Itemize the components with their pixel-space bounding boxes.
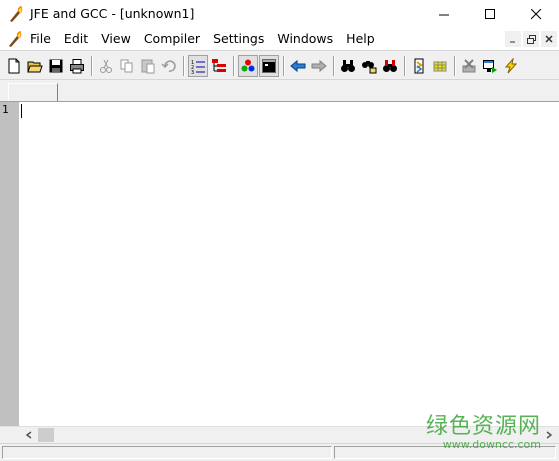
find-next-button[interactable] [380, 55, 400, 77]
lightning-icon [504, 58, 518, 74]
compile-button[interactable] [409, 55, 429, 77]
maximize-icon [484, 8, 495, 19]
window-title: JFE and GCC - [unknown1] [30, 6, 195, 21]
title-bar: JFE and GCC - [unknown1] [0, 0, 559, 28]
close-icon [545, 35, 553, 43]
line-numbers-toggle[interactable]: 123 [188, 55, 208, 77]
find-replace-button[interactable] [359, 55, 379, 77]
print-button[interactable] [67, 55, 87, 77]
console-toggle[interactable] [259, 55, 279, 77]
copy-button[interactable] [117, 55, 137, 77]
toolbar-separator [183, 56, 185, 76]
watermark-text: 绿色资源网 [425, 414, 541, 439]
document-tab-strip [0, 80, 559, 102]
close-icon [530, 8, 541, 19]
restore-icon [526, 34, 536, 44]
maximize-button[interactable] [467, 0, 513, 28]
document-torch-icon[interactable] [6, 30, 24, 48]
toolbar-separator [333, 56, 335, 76]
paste-clipboard-icon [141, 59, 155, 74]
menu-file[interactable]: File [30, 28, 58, 50]
chevron-right-icon [546, 431, 552, 439]
undo-icon [161, 60, 176, 72]
scroll-thumb[interactable] [38, 428, 54, 442]
copy-icon [120, 59, 133, 73]
scroll-left-button[interactable] [20, 427, 37, 443]
syntax-colors-toggle[interactable] [238, 55, 258, 77]
run-button[interactable] [480, 55, 500, 77]
scroll-right-button[interactable] [540, 427, 557, 443]
menu-windows[interactable]: Windows [277, 28, 340, 50]
save-button[interactable] [46, 55, 66, 77]
paste-button[interactable] [138, 55, 158, 77]
toolbar-separator [454, 56, 456, 76]
forward-button[interactable] [309, 55, 329, 77]
build-grid-icon [433, 61, 447, 72]
execute-button[interactable] [501, 55, 521, 77]
printer-icon [70, 59, 84, 74]
line-number: 1 [2, 103, 9, 116]
menu-view[interactable]: View [101, 28, 138, 50]
line-number-gutter: 1 [0, 102, 19, 426]
mdi-minimize-button[interactable] [505, 31, 521, 47]
new-file-button[interactable] [4, 55, 24, 77]
menu-edit[interactable]: Edit [64, 28, 95, 50]
run-icon [483, 60, 497, 73]
toolbar-separator [283, 56, 285, 76]
minimize-button[interactable] [421, 0, 467, 28]
menu-compiler[interactable]: Compiler [144, 28, 207, 50]
cut-button[interactable] [96, 55, 116, 77]
chevron-left-icon [25, 431, 31, 439]
toolbar-separator [233, 56, 235, 76]
build-button[interactable] [430, 55, 450, 77]
watermark-url: www.downcc.com [442, 438, 541, 451]
mdi-restore-button[interactable] [523, 31, 539, 47]
torch-app-icon [10, 6, 23, 22]
numbered-list-icon: 123 [191, 60, 205, 74]
binoculars-red-icon [383, 60, 397, 72]
mdi-close-button[interactable] [541, 31, 557, 47]
code-editor[interactable]: 1 [0, 102, 559, 426]
menu-bar: File Edit View Compiler Settings Windows… [0, 28, 559, 50]
scissors-icon [100, 59, 112, 73]
document-tab[interactable] [8, 83, 58, 101]
binoculars-icon [341, 60, 355, 72]
outline-button[interactable] [209, 55, 229, 77]
arrow-right-icon [311, 59, 327, 73]
compile-icon [414, 58, 424, 74]
console-window-icon [262, 59, 276, 73]
minimize-icon [510, 41, 515, 43]
svg-text:3: 3 [191, 70, 194, 74]
open-file-button[interactable] [25, 55, 45, 77]
undo-button[interactable] [159, 55, 179, 77]
text-caret [21, 104, 22, 118]
open-folder-icon [27, 61, 43, 73]
find-button[interactable] [338, 55, 358, 77]
toolbar: 123 [0, 50, 559, 80]
save-disk-icon [49, 59, 63, 73]
new-file-icon [8, 58, 20, 74]
tree-outline-icon [212, 59, 226, 72]
minimize-icon [438, 14, 449, 15]
status-pane-main [2, 446, 332, 459]
menu-help[interactable]: Help [346, 28, 382, 50]
toolbar-separator [91, 56, 93, 76]
watermark: 绿色资源网 www.downcc.com [426, 408, 541, 451]
arrow-left-icon [290, 59, 306, 73]
back-button[interactable] [288, 55, 308, 77]
stop-button[interactable] [459, 55, 479, 77]
toolbar-separator [404, 56, 406, 76]
color-dots-icon [241, 59, 255, 72]
stop-build-icon [462, 59, 476, 73]
close-button[interactable] [513, 0, 559, 28]
menu-settings[interactable]: Settings [213, 28, 271, 50]
binoculars-replace-icon [362, 61, 377, 74]
